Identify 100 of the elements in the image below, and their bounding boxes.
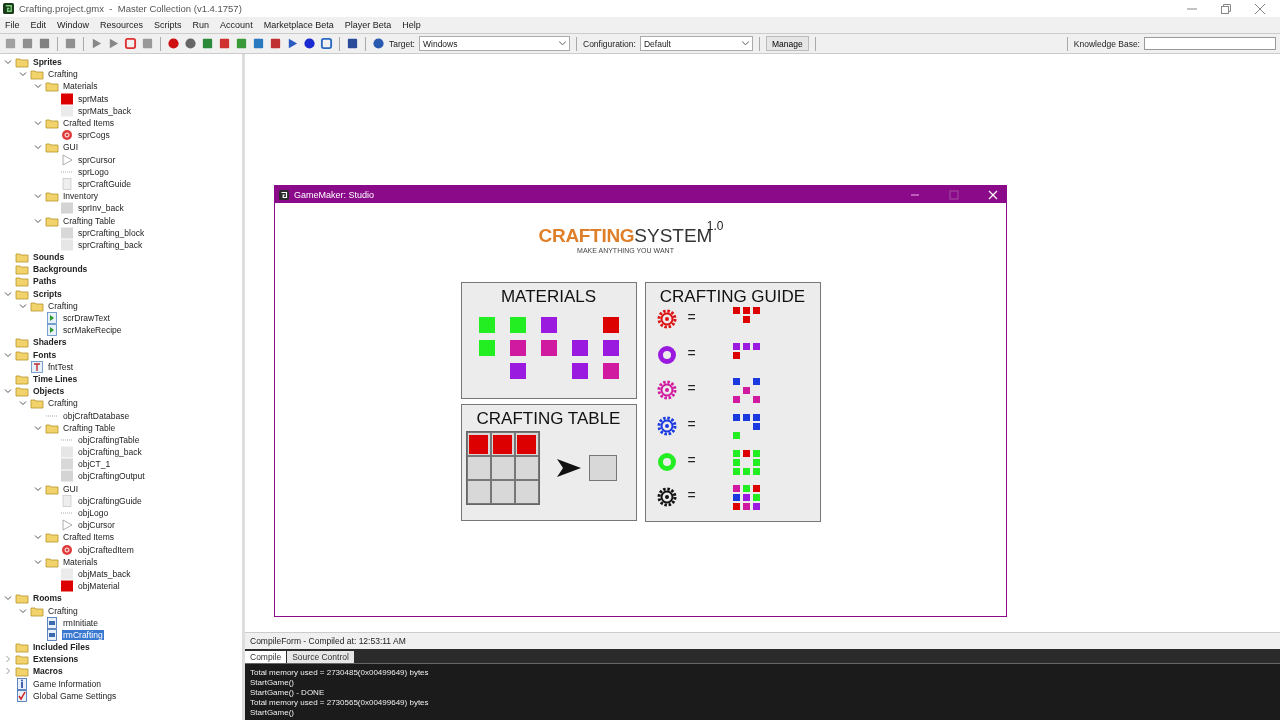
chevron-icon[interactable] [34,192,42,201]
tree-item[interactable]: sprCrafting_back [77,239,144,250]
crafting-slot[interactable] [514,480,539,504]
material-block[interactable] [509,363,526,379]
chevron-icon[interactable] [34,484,42,493]
tree-item[interactable]: Paths [32,276,58,287]
crafting-slot[interactable] [490,480,515,504]
tree-item[interactable]: Included Files [32,642,91,653]
tree-item[interactable]: Crafting Table [62,215,117,226]
tree-item[interactable]: sprMats [77,93,110,104]
material-block[interactable] [602,340,619,356]
tree-item[interactable]: Scripts [32,288,63,299]
play-icon[interactable] [107,37,120,50]
tree-item[interactable]: Crafted Items [62,532,116,543]
knowledge-base-field[interactable] [1144,37,1276,50]
tree-item[interactable]: Crafting [47,300,79,311]
play-icon[interactable] [90,37,103,50]
tree-item[interactable]: sprCursor [77,154,117,165]
tree-item[interactable]: sprInv_back [77,203,125,214]
material-block[interactable] [571,363,588,379]
menu-item[interactable]: Run [192,20,210,30]
tree-item[interactable]: rmCrafting [62,629,104,640]
tree-item[interactable]: objCraftDatabase [62,410,131,421]
restore-icon[interactable] [1221,3,1231,14]
menu-item[interactable]: Account [220,20,253,30]
tree-item[interactable]: Crafting [47,69,79,80]
tree-item[interactable]: objMaterial [77,581,121,592]
chevron-icon[interactable] [4,655,12,664]
chevron-icon[interactable] [4,387,12,396]
target-dropdown[interactable]: Windows [419,36,570,51]
chevron-icon[interactable] [4,58,12,67]
crafting-slot[interactable] [466,480,491,504]
menu-item[interactable]: Window [57,20,90,30]
tree-item[interactable]: Macros [32,666,64,677]
tree-item[interactable]: Crafting [47,398,79,409]
material-block[interactable] [540,340,557,356]
chevron-icon[interactable] [4,289,12,298]
tree-item[interactable]: objCrafting_back [77,447,143,458]
chevron-icon[interactable] [19,301,27,310]
tree-item[interactable]: sprCraftGuide [77,178,132,189]
configuration-dropdown[interactable]: Default [639,36,753,51]
tree-item[interactable]: Global Game Settings [32,690,118,701]
tree-item[interactable]: Extensions [32,654,80,665]
tree-item[interactable]: GUI [62,483,80,494]
tree-item[interactable]: Sprites [32,57,63,68]
tree-item[interactable]: Crafting Table [62,422,117,433]
chevron-icon[interactable] [34,82,42,91]
tree-item[interactable]: sprMats_back [77,105,132,116]
tree-item[interactable]: Shaders [32,337,68,348]
menu-item[interactable]: File [5,20,20,30]
panel-tab[interactable]: Source Control [287,651,354,663]
chevron-icon[interactable] [19,399,27,408]
sphere-icon[interactable] [303,37,316,50]
chevron-icon[interactable] [34,557,42,566]
crafting-slot[interactable] [466,456,491,480]
material-block[interactable] [571,340,588,356]
chevron-icon[interactable] [34,143,42,152]
tree-item[interactable]: sprCrafting_block [77,227,146,238]
tree-item[interactable]: Game Information [32,678,103,689]
chevron-icon[interactable] [19,70,27,79]
tree-item[interactable]: sprLogo [77,166,110,177]
material-block[interactable] [540,317,557,333]
tree-item[interactable]: objCT_1 [77,459,112,470]
tree-item[interactable]: Fonts [32,349,58,360]
crafting-slot[interactable] [490,432,515,456]
tree-item[interactable]: fntTest [47,361,75,372]
tree-item[interactable]: Objects [32,386,66,397]
tree-item[interactable]: Crafted Items [62,118,116,129]
chevron-icon[interactable] [34,119,42,128]
tree-item[interactable]: Rooms [32,593,63,604]
tree-item[interactable]: Materials [62,556,99,567]
tree-item[interactable]: Sounds [32,252,66,263]
menu-item[interactable]: Marketplace Beta [263,20,334,30]
crafting-slot[interactable] [514,456,539,480]
tree-item[interactable]: objCraftingOutput [77,471,146,482]
crafting-slot[interactable] [514,432,539,456]
tree-item[interactable]: scrDrawText [62,313,111,324]
panel-tab[interactable]: Compile [245,651,287,663]
close-icon[interactable] [1255,3,1265,14]
chevron-icon[interactable] [4,350,12,359]
chevron-icon[interactable] [4,667,12,676]
menu-item[interactable]: Help [402,20,421,30]
chevron-icon[interactable] [34,533,42,542]
tree-item[interactable]: GUI [62,142,80,153]
material-block[interactable] [509,340,526,356]
tree-item[interactable]: Time Lines [32,373,79,384]
tree-item[interactable]: Materials [62,81,99,92]
chevron-icon[interactable] [34,216,42,225]
menu-item[interactable]: Edit [30,20,47,30]
material-block[interactable] [602,317,619,333]
tree-item[interactable]: objCraftingTable [77,434,141,445]
tree-item[interactable]: Crafting [47,605,79,616]
tree-item[interactable]: objMats_back [77,568,132,579]
material-block[interactable] [602,363,619,379]
manage-button[interactable]: Manage [765,36,809,51]
tree-item[interactable]: objCraftedItem [77,544,135,555]
tree-item[interactable]: rmInitiate [62,617,99,628]
tree-item[interactable]: objCraftingGuide [77,495,143,506]
tree-item[interactable]: objCursor [77,520,116,531]
tree-item[interactable]: Inventory [62,191,99,202]
